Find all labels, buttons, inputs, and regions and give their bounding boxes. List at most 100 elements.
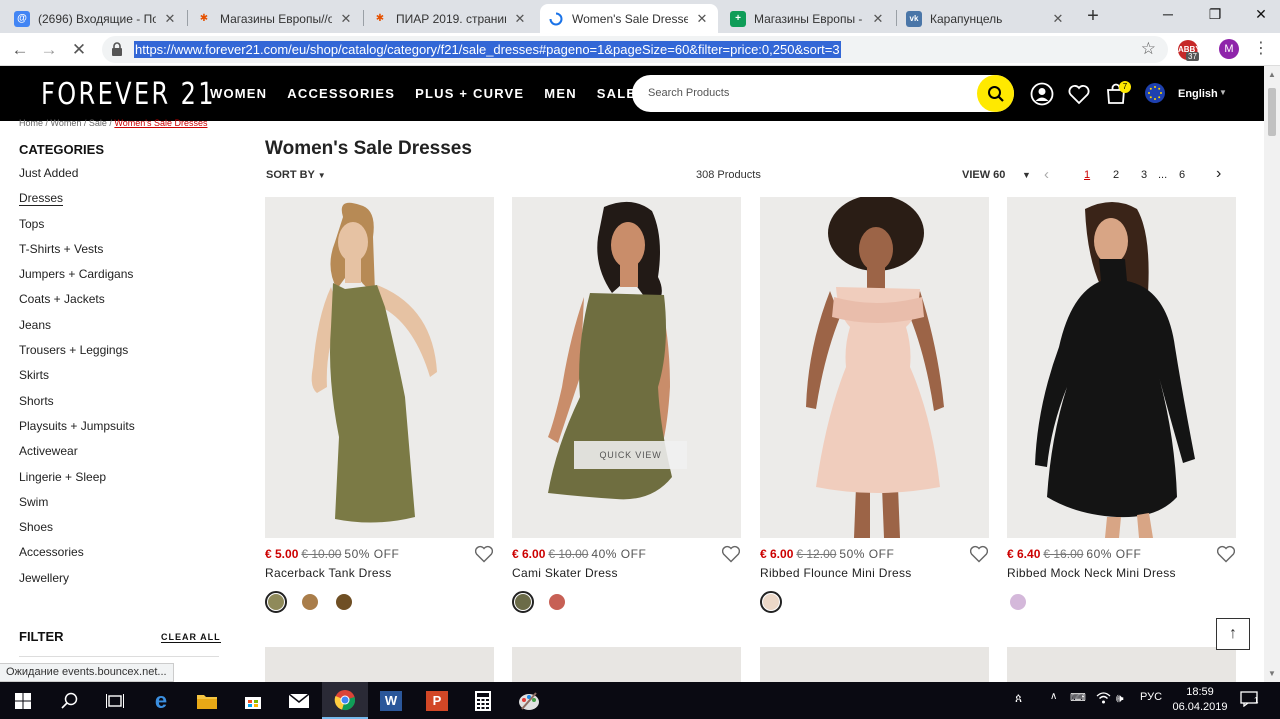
calculator-icon[interactable]	[460, 682, 506, 719]
word-icon[interactable]: W	[368, 682, 414, 719]
product-image[interactable]	[265, 647, 494, 687]
category-item[interactable]: Shorts	[19, 393, 135, 418]
category-item[interactable]: Jeans	[19, 317, 135, 342]
product-image[interactable]	[1007, 197, 1236, 538]
eu-flag-icon[interactable]	[1145, 83, 1165, 103]
paint-icon[interactable]	[506, 682, 552, 719]
color-swatch-selected[interactable]	[512, 591, 534, 613]
wishlist-heart-icon[interactable]	[721, 545, 741, 563]
browser-menu-icon[interactable]: ⋮	[1253, 39, 1269, 59]
category-item[interactable]: Trousers + Leggings	[19, 342, 135, 367]
category-item[interactable]: Just Added	[19, 165, 135, 190]
color-swatch[interactable]	[546, 591, 568, 613]
product-image[interactable]	[512, 647, 741, 687]
category-item[interactable]: Jewellery	[19, 570, 135, 595]
maximize-button[interactable]: ❐	[1204, 6, 1226, 26]
view-per-page-dropdown[interactable]: VIEW 60	[962, 169, 1005, 181]
nav-plus-curve[interactable]: PLUS + CURVE	[415, 86, 524, 101]
chevron-down-icon[interactable]: ▼	[1219, 88, 1227, 97]
language-selector[interactable]: English	[1178, 88, 1218, 100]
chevron-up-icon[interactable]: ∧	[1050, 691, 1057, 702]
search-input[interactable]: Search Products	[632, 75, 1014, 112]
breadcrumb-path[interactable]: Home / Women / Sale /	[19, 118, 114, 128]
category-item[interactable]: T-Shirts + Vests	[19, 241, 135, 266]
tab-womens-sale-dresses[interactable]: Women's Sale Dresses ✕	[540, 4, 718, 33]
wishlist-heart-icon[interactable]	[474, 545, 494, 563]
search-icon[interactable]	[46, 682, 92, 719]
pagination-prev-icon[interactable]: ‹	[1044, 166, 1049, 183]
category-item-selected[interactable]: Dresses	[19, 190, 135, 215]
product-name[interactable]: Cami Skater Dress	[512, 566, 618, 580]
close-icon[interactable]: ✕	[512, 11, 528, 27]
category-item[interactable]: Playsuits + Jumpsuits	[19, 418, 135, 443]
category-item[interactable]: Swim	[19, 494, 135, 519]
search-button[interactable]	[977, 75, 1014, 112]
forward-arrow-icon[interactable]: →	[38, 39, 60, 61]
new-tab-button[interactable]: +	[1082, 6, 1104, 28]
mail-icon[interactable]	[276, 682, 322, 719]
minimize-button[interactable]: ─	[1157, 6, 1179, 26]
category-item[interactable]: Skirts	[19, 367, 135, 392]
close-icon[interactable]: ✕	[694, 11, 710, 27]
wifi-icon[interactable]	[1096, 691, 1111, 707]
category-item[interactable]: Coats + Jackets	[19, 291, 135, 316]
pagination-next-icon[interactable]: ›	[1216, 165, 1221, 183]
product-name[interactable]: Ribbed Flounce Mini Dress	[760, 566, 912, 580]
nav-men[interactable]: MEN	[544, 86, 577, 101]
account-icon[interactable]	[1030, 82, 1054, 106]
nav-women[interactable]: WOMEN	[210, 86, 267, 101]
product-card[interactable]: € 6.40 € 16.00 60% OFF Ribbed Mock Neck Mi…	[1007, 197, 1236, 610]
category-item[interactable]: Shoes	[19, 519, 135, 544]
category-item[interactable]: Accessories	[19, 544, 135, 569]
product-name[interactable]: Ribbed Mock Neck Mini Dress	[1007, 566, 1176, 580]
file-explorer-icon[interactable]	[184, 682, 230, 719]
category-item[interactable]: Tops	[19, 216, 135, 241]
close-icon[interactable]: ✕	[1050, 11, 1066, 27]
close-icon[interactable]: ✕	[870, 11, 886, 27]
input-language[interactable]: РУС	[1140, 691, 1162, 703]
store-icon[interactable]	[230, 682, 276, 719]
sort-by-dropdown[interactable]: SORT BY ▼	[266, 169, 326, 181]
profile-avatar[interactable]: M	[1219, 39, 1239, 59]
product-image[interactable]	[760, 197, 989, 538]
scrollbar-thumb[interactable]	[1268, 88, 1276, 136]
wishlist-heart-icon[interactable]	[969, 545, 989, 563]
scroll-down-icon[interactable]: ▼	[1268, 669, 1276, 678]
task-view-icon[interactable]	[92, 682, 138, 719]
keyboard-icon[interactable]: ⌨	[1070, 691, 1086, 704]
color-swatch[interactable]	[333, 591, 355, 613]
volume-icon[interactable]: 🕪	[1116, 691, 1124, 706]
quick-view-button[interactable]: QUICK VIEW	[574, 441, 687, 469]
chrome-icon[interactable]	[322, 682, 368, 719]
nav-accessories[interactable]: ACCESSORIES	[287, 86, 395, 101]
product-card[interactable]: € 6.00 € 12.00 50% OFF Ribbed Flounce Mini…	[760, 197, 989, 613]
product-card[interactable]: QUICK VIEW € 6.00 € 10.00 40% OFF Cami Ska…	[512, 197, 741, 613]
close-icon[interactable]: ✕	[162, 11, 178, 27]
category-item[interactable]: Jumpers + Cardigans	[19, 266, 135, 291]
page-2-link[interactable]: 2	[1113, 169, 1119, 181]
product-card[interactable]: € 5.00 € 10.00 50% OFF Racerback Tank Dres…	[265, 197, 494, 613]
wishlist-heart-icon[interactable]	[1067, 82, 1091, 106]
page-1-link[interactable]: 1	[1084, 169, 1090, 181]
forever21-logo[interactable]: FOREVER 21	[41, 77, 216, 112]
address-bar[interactable]: https://www.forever21.com/eu/shop/catalo…	[102, 36, 1168, 63]
stop-loading-icon[interactable]: ✕	[68, 39, 90, 61]
color-swatch[interactable]	[1007, 591, 1029, 613]
url-text[interactable]: https://www.forever21.com/eu/shop/catalo…	[134, 41, 841, 58]
clear-all-link[interactable]: CLEAR ALL	[161, 632, 221, 643]
nav-sale[interactable]: SALE	[597, 86, 636, 101]
page-scrollbar[interactable]: ▲ ▼	[1264, 66, 1280, 683]
people-icon[interactable]: ጰ	[1015, 691, 1022, 706]
color-swatch-selected[interactable]	[265, 591, 287, 613]
system-clock[interactable]: 18:59 06.04.2019	[1172, 685, 1228, 715]
back-to-top-button[interactable]: ↑	[1216, 618, 1250, 650]
edge-browser-icon[interactable]: e	[138, 682, 184, 719]
bookmark-star-icon[interactable]: ☆	[1141, 39, 1156, 59]
back-arrow-icon[interactable]: ←	[9, 39, 31, 61]
page-6-link[interactable]: 6	[1179, 169, 1185, 181]
product-image[interactable]	[1007, 647, 1236, 687]
color-swatch[interactable]	[299, 591, 321, 613]
scroll-up-icon[interactable]: ▲	[1268, 70, 1276, 79]
product-image[interactable]	[265, 197, 494, 538]
powerpoint-icon[interactable]: P	[414, 682, 460, 719]
